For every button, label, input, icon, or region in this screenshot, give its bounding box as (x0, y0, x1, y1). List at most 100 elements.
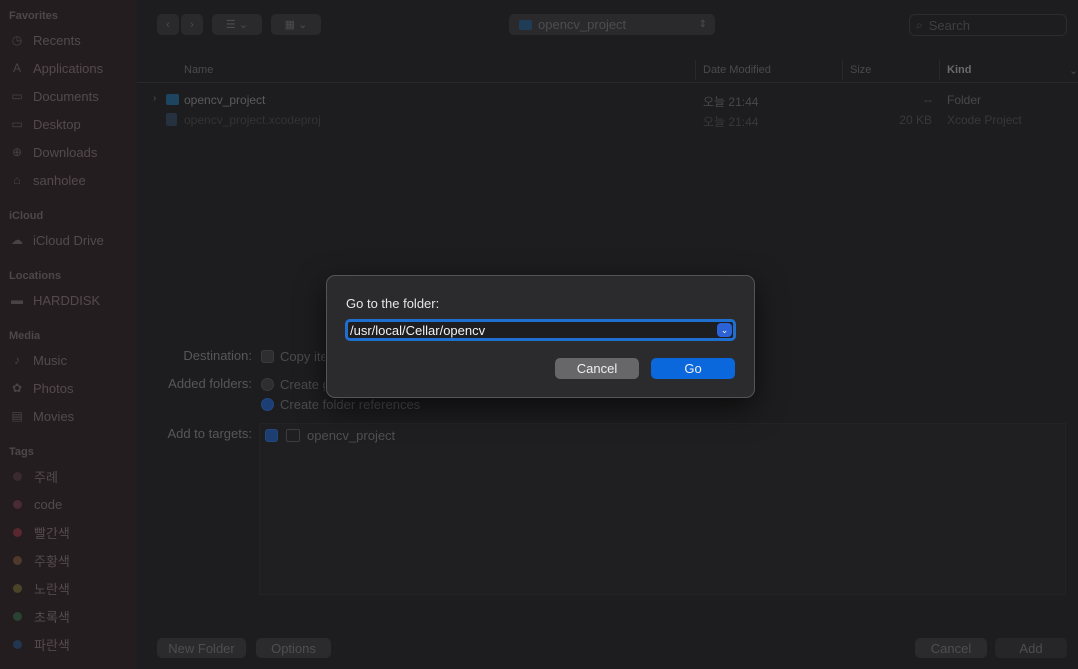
tag-dot-icon (13, 639, 22, 649)
photos-icon: ✿ (11, 381, 23, 395)
disk-icon: ▬ (11, 293, 23, 307)
sidebar-item-music[interactable]: ♪ Music (10, 349, 67, 371)
sidebar: Favorites ◷ Recents A Applications ▭ Doc… (0, 0, 137, 669)
app-target-icon (286, 429, 300, 442)
chevron-down-icon[interactable]: ⌄ (717, 323, 732, 337)
destination-label: Destination: (183, 348, 252, 363)
film-icon: ▤ (11, 409, 23, 423)
file-size: -- (924, 93, 932, 107)
column-divider (939, 60, 940, 80)
sidebar-item-icloud-drive[interactable]: ☁ iCloud Drive (10, 229, 104, 251)
list-view-button[interactable]: ☰ ⌄ (212, 14, 262, 35)
grid-icon: ▦ ⌄ (284, 19, 308, 31)
sidebar-item-desktop[interactable]: ▭ Desktop (10, 113, 80, 135)
copy-items-label: Copy items if needed (280, 349, 325, 364)
target-checkbox[interactable] (265, 429, 278, 442)
file-date: 오늘 21:44 (703, 95, 759, 109)
cancel-button[interactable]: Cancel (915, 638, 987, 658)
column-divider (842, 60, 843, 80)
sidebar-tag-1[interactable]: code (13, 494, 62, 514)
sidebar-tag-4[interactable]: 노란색 (13, 578, 70, 598)
folder-icon (519, 19, 532, 30)
file-date: 오늘 21:44 (703, 115, 759, 129)
sidebar-section-media: Media (9, 330, 41, 342)
tag-dot-icon (13, 499, 22, 509)
add-button[interactable]: Add (995, 638, 1067, 658)
sidebar-tag-5[interactable]: 초록색 (13, 606, 70, 626)
table-row[interactable]: › opencv_project 오늘 21:44 -- Folder (137, 90, 1078, 110)
dialog-cancel-button[interactable]: Cancel (555, 358, 639, 379)
tag-dot-icon (13, 611, 22, 621)
sidebar-item-documents[interactable]: ▭ Documents (10, 85, 98, 107)
sidebar-tag-6[interactable]: 파란색 (13, 634, 70, 654)
column-name[interactable]: Name (184, 64, 213, 76)
search-icon: ⌕ (916, 17, 923, 32)
go-to-folder-dialog: Go to the folder: /usr/local/Cellar/open… (326, 275, 755, 398)
targets-label: Add to targets: (167, 426, 252, 441)
dialog-go-button[interactable]: Go (651, 358, 735, 379)
path-popup[interactable]: opencv_project ⇕ (509, 14, 715, 35)
create-references-radio[interactable] (261, 398, 274, 411)
tag-dot-icon (13, 527, 22, 537)
targets-list (259, 423, 1066, 595)
folder-icon (166, 94, 179, 105)
sidebar-section-favorites: Favorites (9, 10, 58, 22)
list-icon: ☰ ⌄ (225, 19, 249, 31)
home-icon: ⌂ (13, 173, 21, 187)
back-button[interactable]: ‹ (157, 14, 179, 35)
tag-dot-icon (13, 583, 22, 593)
sidebar-section-tags: Tags (9, 446, 34, 458)
search-input[interactable]: ⌕ Search (909, 14, 1067, 36)
sidebar-item-harddisk[interactable]: ▬ HARDDISK (10, 289, 100, 311)
file-size: 20 KB (899, 113, 932, 127)
sidebar-tag-3[interactable]: 주황색 (13, 550, 70, 570)
sidebar-item-home[interactable]: ⌂ sanholee (10, 169, 85, 191)
chevron-right-icon: › (190, 18, 194, 31)
create-groups-radio[interactable] (261, 378, 274, 391)
new-folder-button[interactable]: New Folder (157, 638, 246, 658)
document-icon: ▭ (11, 89, 23, 103)
added-folders-label: Added folders: (168, 376, 252, 391)
file-kind: Xcode Project (947, 113, 1022, 127)
download-icon: ⊕ (11, 145, 23, 159)
sidebar-item-movies[interactable]: ▤ Movies (10, 405, 74, 427)
column-date[interactable]: Date Modified (703, 64, 771, 76)
applications-icon: A (12, 61, 21, 75)
sidebar-item-applications[interactable]: A Applications (10, 57, 103, 79)
tag-dot-icon (13, 555, 22, 565)
xcodeproj-icon (166, 113, 177, 126)
disclosure-triangle-icon[interactable]: › (153, 93, 156, 104)
grid-view-button[interactable]: ▦ ⌄ (271, 14, 321, 35)
column-header: Name Date Modified Size Kind ⌄ (137, 58, 1078, 83)
clock-icon: ◷ (11, 33, 23, 47)
sidebar-section-locations: Locations (9, 270, 61, 282)
sidebar-item-photos[interactable]: ✿ Photos (10, 377, 74, 399)
options-button[interactable]: Options (256, 638, 331, 658)
table-row[interactable]: opencv_project.xcodeproj 오늘 21:44 20 KB … (137, 110, 1078, 130)
sidebar-tag-0[interactable]: 주례 (13, 466, 58, 486)
create-references-label: Create folder references (280, 397, 421, 412)
chevron-left-icon: ‹ (166, 18, 170, 31)
chevron-down-icon: ⌄ (1069, 65, 1078, 77)
column-kind[interactable]: Kind (947, 64, 971, 76)
music-icon: ♪ (14, 353, 20, 367)
dialog-title: Go to the folder: (346, 296, 440, 311)
folder-path-input[interactable]: /usr/local/Cellar/opencv ⌄ (345, 319, 736, 341)
tag-dot-icon (13, 471, 22, 481)
file-name: opencv_project (184, 93, 266, 107)
column-size[interactable]: Size (850, 64, 871, 76)
updown-chevron-icon: ⇕ (698, 19, 707, 30)
sidebar-section-icloud: iCloud (9, 210, 44, 222)
forward-button[interactable]: › (181, 14, 203, 35)
create-groups-label: Create groups (280, 377, 325, 392)
file-kind: Folder (947, 93, 982, 107)
file-name: opencv_project.xcodeproj (184, 113, 321, 127)
sidebar-item-downloads[interactable]: ⊕ Downloads (10, 141, 97, 163)
target-name: opencv_project (307, 428, 396, 443)
desktop-icon: ▭ (11, 117, 23, 131)
sidebar-tag-2[interactable]: 빨간색 (13, 522, 70, 542)
copy-items-checkbox[interactable] (261, 350, 274, 363)
cloud-icon: ☁ (11, 233, 23, 247)
sidebar-item-recents[interactable]: ◷ Recents (10, 29, 81, 51)
column-divider (695, 60, 696, 80)
